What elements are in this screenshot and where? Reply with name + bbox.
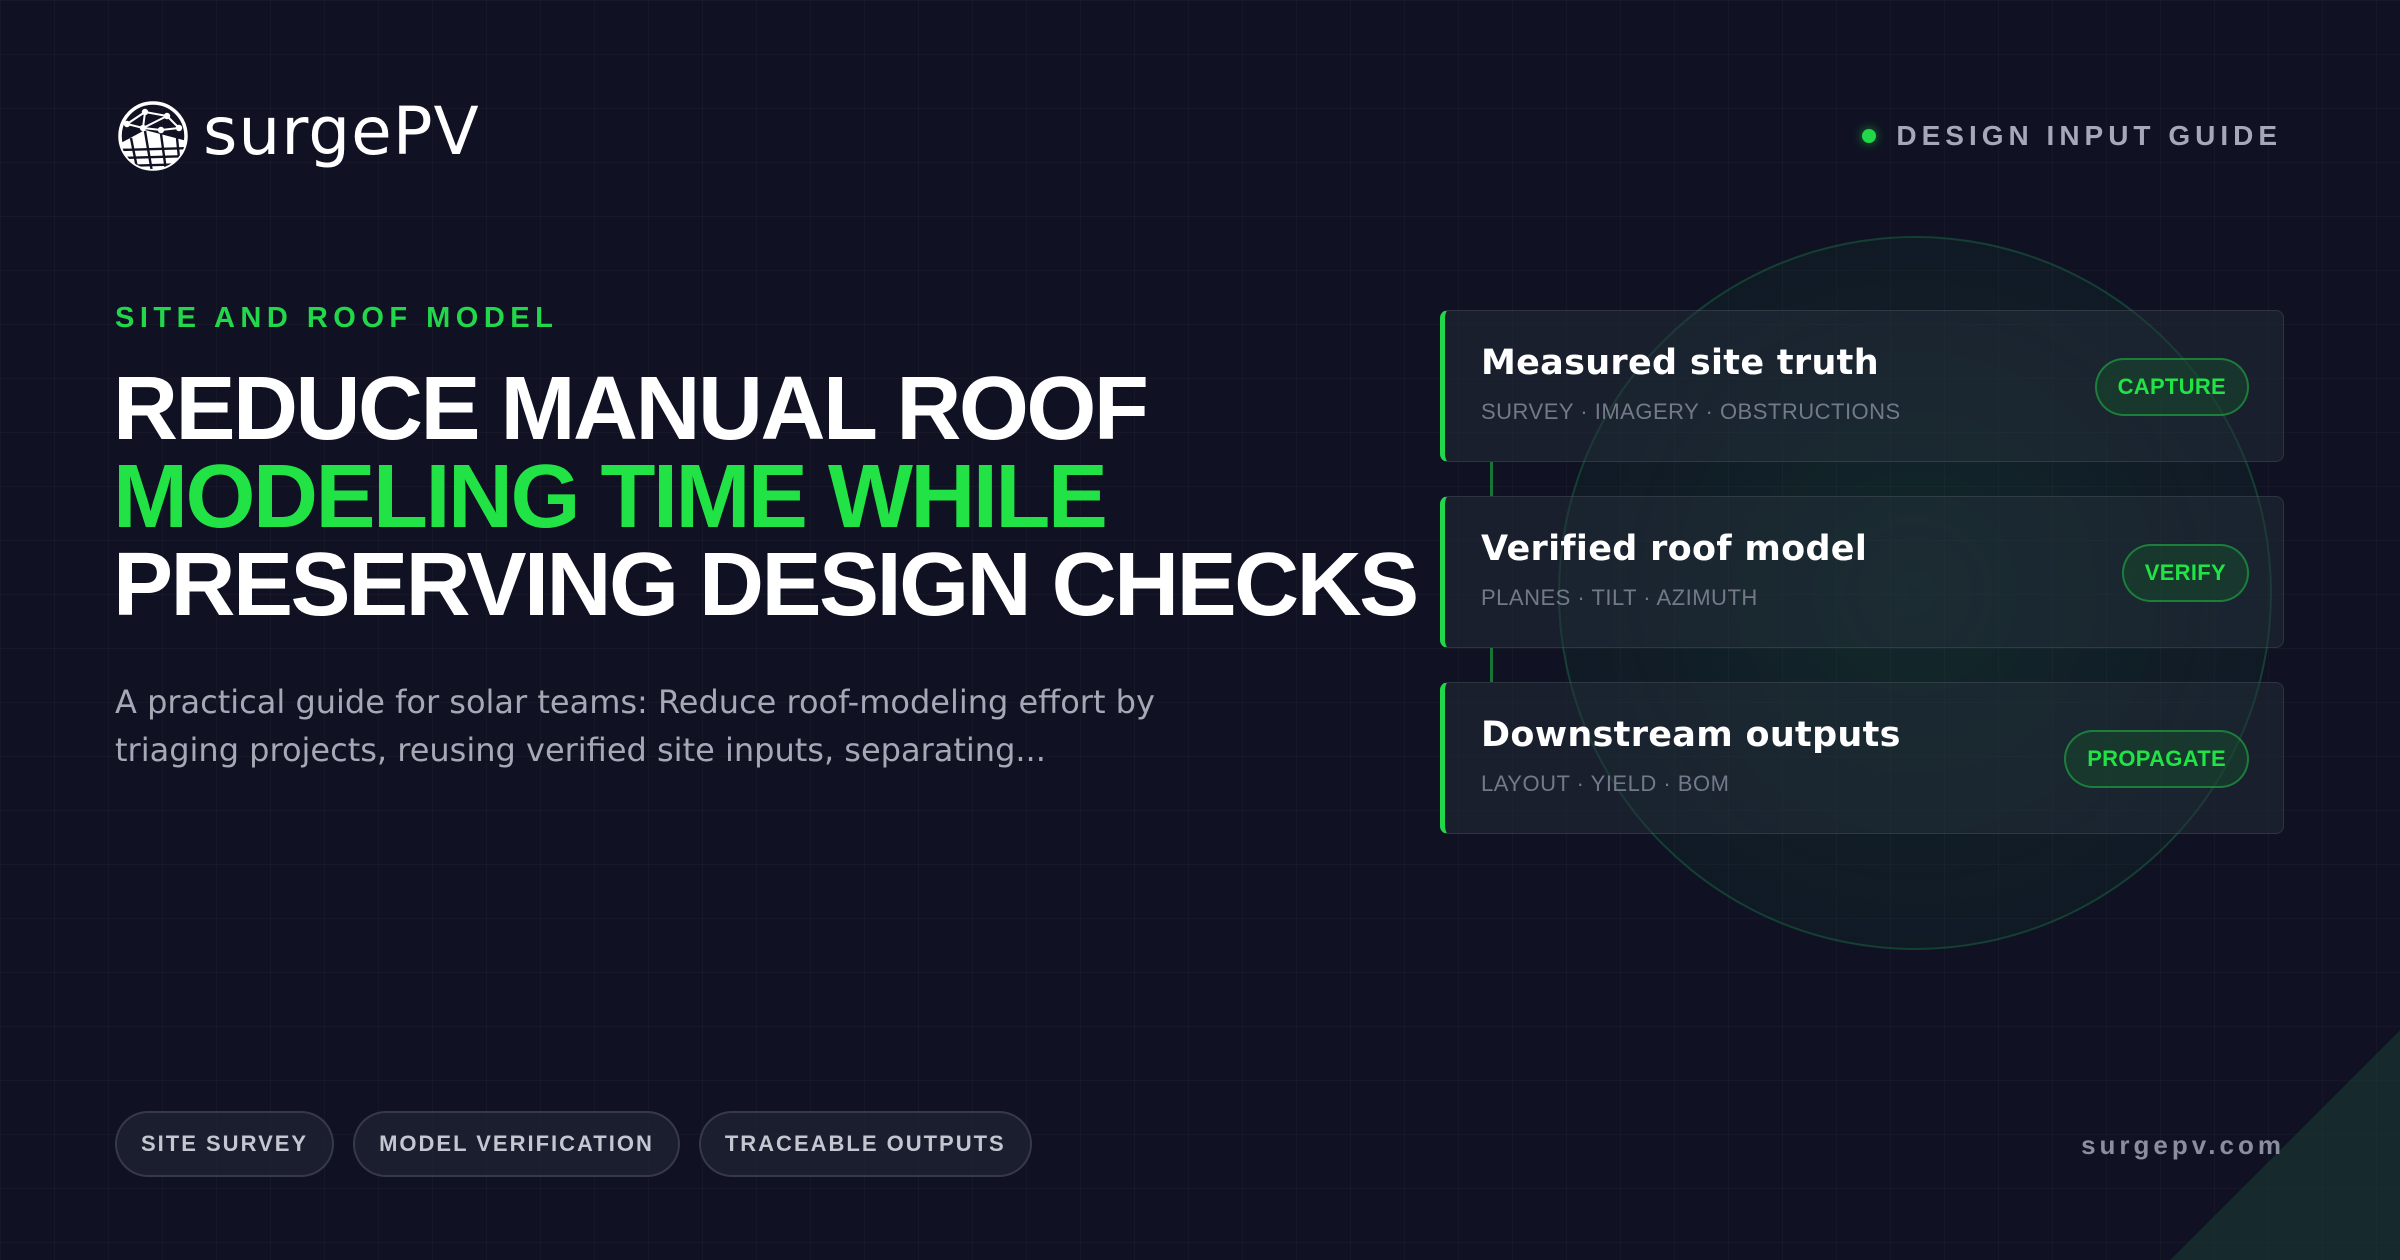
step-card-capture: Measured site truth SURVEY · IMAGERY · O…	[1440, 310, 2284, 462]
headline-line-3: PRESERVING DESIGN CHECKS	[113, 535, 1419, 635]
pill-site-survey: SITE SURVEY	[115, 1111, 335, 1177]
step-tag: VERIFY	[2121, 544, 2249, 602]
step-card-verify: Verified roof model PLANES · TILT · AZIM…	[1440, 496, 2284, 648]
guide-label: DESIGN INPUT GUIDE	[1862, 120, 2282, 152]
headline-line-2: MODELING TIME WHILE	[113, 447, 1108, 547]
site-url[interactable]: surgepv.com	[2081, 1130, 2285, 1161]
step-title: Verified roof model	[1481, 529, 1868, 569]
brand-name: surgePV	[203, 93, 480, 170]
step-connector	[1490, 648, 1493, 682]
headline: REDUCE MANUAL ROOF MODELING TIME WHILE P…	[113, 359, 1419, 635]
process-steps: Measured site truth SURVEY · IMAGERY · O…	[1440, 310, 2284, 834]
step-title: Downstream outputs	[1481, 715, 1901, 755]
step-title: Measured site truth	[1481, 343, 1879, 383]
step-subtitle: SURVEY · IMAGERY · OBSTRUCTIONS	[1481, 399, 1901, 424]
eyebrow: SITE AND ROOF MODEL	[115, 302, 559, 334]
status-dot-icon	[1862, 129, 1877, 143]
pill-traceable-outputs: TRACEABLE OUTPUTS	[698, 1111, 1032, 1177]
pill-model-verification: MODEL VERIFICATION	[353, 1111, 680, 1177]
hero-canvas: surgePV DESIGN INPUT GUIDE SITE AND ROOF…	[0, 0, 2400, 1260]
step-subtitle: PLANES · TILT · AZIMUTH	[1481, 585, 1758, 610]
headline-line-1: REDUCE MANUAL ROOF	[113, 359, 1149, 459]
brand-logo[interactable]: surgePV	[115, 98, 480, 174]
step-connector	[1490, 462, 1493, 496]
step-card-propagate: Downstream outputs LAYOUT · YIELD · BOM …	[1440, 682, 2284, 834]
topic-pills: SITE SURVEY MODEL VERIFICATION TRACEABLE…	[115, 1111, 1051, 1177]
lede-paragraph: A practical guide for solar teams: Reduc…	[115, 683, 1155, 769]
guide-label-text: DESIGN INPUT GUIDE	[1896, 120, 2282, 151]
globe-solar-panel-icon	[118, 101, 188, 171]
step-tag: PROPAGATE	[2064, 730, 2249, 788]
step-subtitle: LAYOUT · YIELD · BOM	[1481, 771, 1730, 796]
step-tag: CAPTURE	[2094, 358, 2249, 416]
